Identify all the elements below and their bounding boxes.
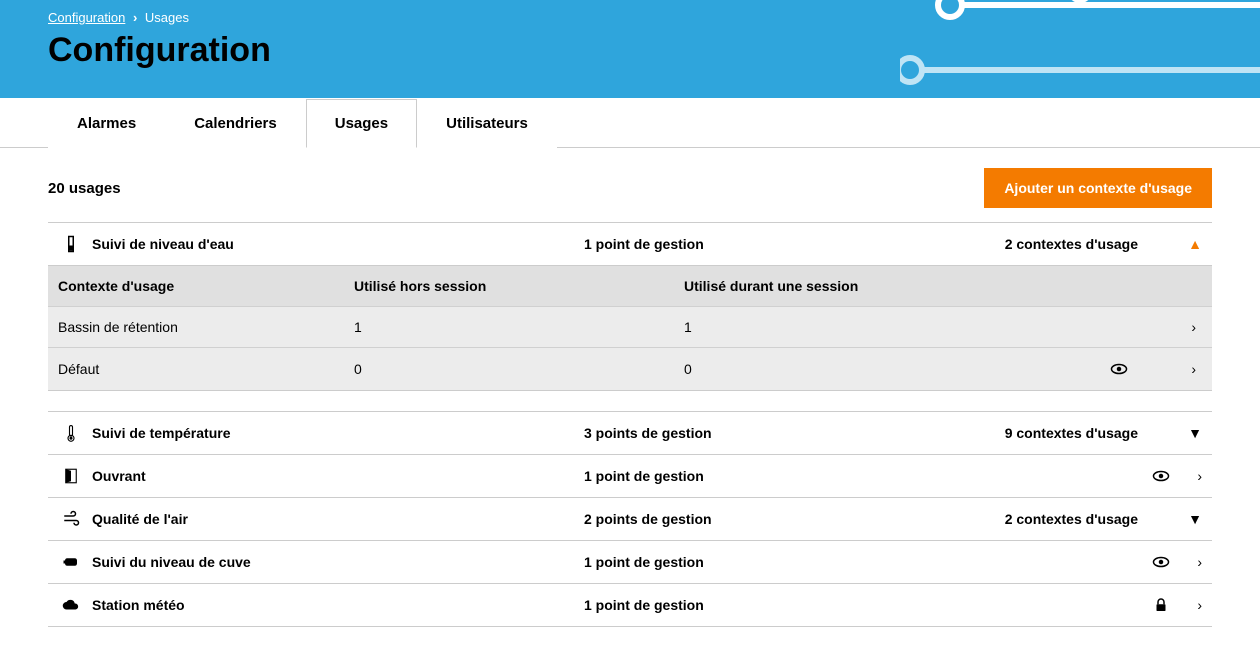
add-usage-context-button[interactable]: Ajouter un contexte d'usage <box>984 168 1212 208</box>
eye-icon[interactable] <box>1148 467 1174 485</box>
tab-bar: Alarmes Calendriers Usages Utilisateurs <box>0 98 1260 148</box>
usage-name: Suivi du niveau de cuve <box>84 554 584 570</box>
usage-row-tank-level[interactable]: Suivi du niveau de cuve 1 point de gesti… <box>48 541 1212 584</box>
door-icon <box>58 467 84 485</box>
usage-row-weather[interactable]: Station météo 1 point de gestion › <box>48 584 1212 627</box>
usage-row-air-quality[interactable]: Qualité de l'air 2 points de gestion 2 c… <box>48 498 1212 541</box>
usage-row-water-level[interactable]: Suivi de niveau d'eau 1 point de gestion… <box>48 223 1212 266</box>
chevron-right-icon[interactable]: › <box>1174 554 1202 570</box>
col-header-durant-session: Utilisé durant une session <box>684 278 1084 294</box>
content-area: 20 usages Ajouter un contexte d'usage Su… <box>0 148 1260 647</box>
context-table-header: Contexte d'usage Utilisé hors session Ut… <box>48 266 1212 307</box>
context-row[interactable]: Défaut 0 0 › <box>48 348 1212 390</box>
context-row[interactable]: Bassin de rétention 1 1 › <box>48 307 1212 348</box>
col-header-hors-session: Utilisé hors session <box>354 278 684 294</box>
usage-contexts: 2 contextes d'usage <box>964 236 1148 252</box>
usage-row-temperature[interactable]: Suivi de température 3 points de gestion… <box>48 412 1212 455</box>
breadcrumb-current: Usages <box>145 10 189 25</box>
usage-points: 1 point de gestion <box>584 236 964 252</box>
context-name: Défaut <box>58 361 354 377</box>
weather-icon <box>58 596 84 614</box>
wind-icon <box>58 510 84 528</box>
expand-icon[interactable]: ▼ <box>1174 425 1202 441</box>
tank-icon <box>58 553 84 571</box>
chevron-right-icon[interactable]: › <box>1174 468 1202 484</box>
collapse-icon[interactable]: ▲ <box>1174 236 1202 252</box>
spacer <box>48 391 1212 411</box>
usage-name: Ouvrant <box>84 468 584 484</box>
context-hors: 1 <box>354 319 684 335</box>
context-durant: 0 <box>684 361 1084 377</box>
water-level-icon <box>58 235 84 253</box>
tab-calendriers[interactable]: Calendriers <box>165 99 306 148</box>
usage-list: Suivi de niveau d'eau 1 point de gestion… <box>48 222 1212 627</box>
breadcrumb-root[interactable]: Configuration <box>48 10 125 25</box>
page-title: Configuration <box>48 31 1212 70</box>
breadcrumb: Configuration › Usages <box>48 10 1212 25</box>
usage-count: 20 usages <box>48 180 121 197</box>
expand-icon[interactable]: ▼ <box>1174 511 1202 527</box>
usage-points: 2 points de gestion <box>584 511 964 527</box>
eye-icon[interactable] <box>1148 553 1174 571</box>
tab-alarmes[interactable]: Alarmes <box>48 99 165 148</box>
usage-contexts: 2 contextes d'usage <box>964 511 1148 527</box>
context-durant: 1 <box>684 319 1084 335</box>
toolbar: 20 usages Ajouter un contexte d'usage <box>48 168 1212 208</box>
usage-name: Station météo <box>84 597 584 613</box>
context-name: Bassin de rétention <box>58 319 354 335</box>
thermometer-icon <box>58 424 84 442</box>
usage-points: 3 points de gestion <box>584 425 964 441</box>
breadcrumb-separator: › <box>133 10 137 25</box>
col-header-context: Contexte d'usage <box>58 278 354 294</box>
page-header: Configuration › Usages Configuration <box>0 0 1260 98</box>
expanded-context-table: Contexte d'usage Utilisé hors session Ut… <box>48 266 1212 391</box>
chevron-right-icon[interactable]: › <box>1174 597 1202 613</box>
usage-points: 1 point de gestion <box>584 468 964 484</box>
eye-icon[interactable] <box>1084 360 1154 378</box>
chevron-right-icon[interactable]: › <box>1154 319 1202 335</box>
usage-name: Suivi de température <box>84 425 584 441</box>
usage-contexts: 9 contextes d'usage <box>964 425 1148 441</box>
usage-points: 1 point de gestion <box>584 554 964 570</box>
usage-name: Qualité de l'air <box>84 511 584 527</box>
usage-name: Suivi de niveau d'eau <box>84 236 584 252</box>
tab-usages[interactable]: Usages <box>306 99 417 148</box>
chevron-right-icon[interactable]: › <box>1154 361 1202 377</box>
usage-points: 1 point de gestion <box>584 597 964 613</box>
tab-utilisateurs[interactable]: Utilisateurs <box>417 99 557 148</box>
lock-icon <box>1148 596 1174 614</box>
context-hors: 0 <box>354 361 684 377</box>
usage-row-ouvrant[interactable]: Ouvrant 1 point de gestion › <box>48 455 1212 498</box>
